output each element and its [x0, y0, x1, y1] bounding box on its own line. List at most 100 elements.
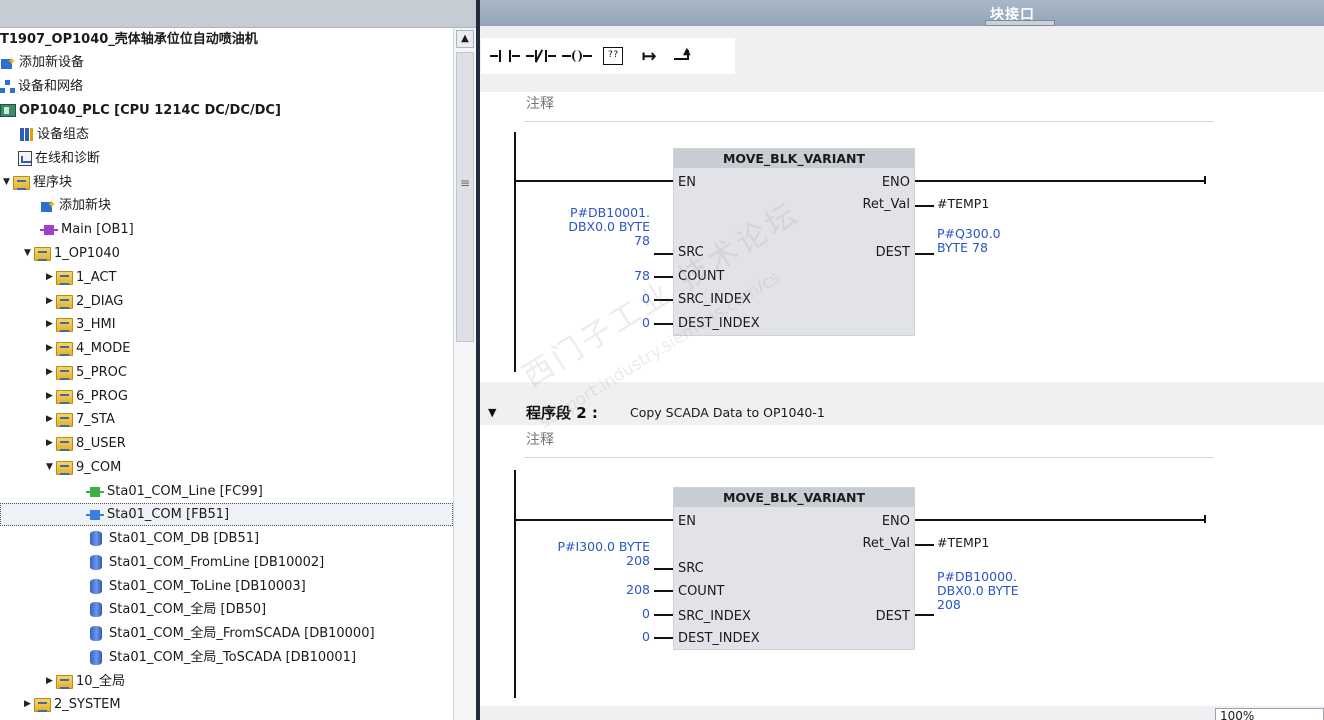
tree-item-sta01-com-global-toscada[interactable]: Sta01_COM_全局_ToSCADA [DB10001]: [0, 646, 453, 669]
tree-item-label: T1907_OP1040_壳体轴承位位自动喷油机: [0, 32, 258, 47]
dest-operand[interactable]: P#Q300.0 BYTE 78: [937, 227, 1001, 255]
tree-item-sta01-com-line[interactable]: Sta01_COM_Line [FC99]: [0, 480, 453, 503]
tree-item-6-prog[interactable]: ▶ 6_PROG: [0, 385, 453, 408]
pin-en[interactable]: EN: [678, 514, 696, 529]
chevron-right-icon[interactable]: ▶: [46, 361, 56, 384]
pin-dest[interactable]: DEST: [876, 609, 910, 624]
device-config-icon: [18, 127, 34, 142]
pin-en[interactable]: EN: [678, 175, 696, 190]
tree-item-label: 在线和诊断: [35, 151, 101, 166]
tree-item-1-op1040[interactable]: ▼ 1_OP1040: [0, 242, 453, 265]
chevron-right-icon[interactable]: ▶: [46, 385, 56, 408]
move-blk-variant-block-1[interactable]: MOVE_BLK_VARIANT EN SRC COUNT SRC_INDEX …: [673, 148, 915, 336]
dest-operand[interactable]: P#DB10000. DBX0.0 BYTE 208: [937, 570, 1019, 612]
network1-comment[interactable]: 注释: [524, 92, 1214, 122]
pin-dest-index[interactable]: DEST_INDEX: [678, 631, 760, 646]
src-index-operand[interactable]: 0: [580, 607, 650, 621]
empty-box-button[interactable]: ??: [595, 41, 631, 71]
tree-item-device-config[interactable]: 设备组态: [0, 123, 453, 146]
tree-item-1-act[interactable]: ▶ 1_ACT: [0, 266, 453, 289]
network2-title-bar[interactable]: ▼ 程序段 2 : Copy SCADA Data to OP1040-1: [480, 400, 1324, 425]
pin-src[interactable]: SRC: [678, 245, 704, 260]
pin-count[interactable]: COUNT: [678, 269, 725, 284]
scroll-up-button[interactable]: ▲: [456, 30, 474, 48]
tree-scrollbar[interactable]: ▲ ≡: [453, 28, 476, 720]
count-operand[interactable]: 208: [580, 583, 650, 597]
tree-item-sta01-com-global-fromscada[interactable]: Sta01_COM_全局_FromSCADA [DB10000]: [0, 622, 453, 645]
pin-ret-val[interactable]: Ret_Val: [862, 197, 910, 212]
dest-operand-line2: DBX0.0 BYTE: [937, 583, 1019, 598]
tree-item-plc[interactable]: OP1040_PLC [CPU 1214C DC/DC/DC]: [0, 99, 453, 122]
pin-dest[interactable]: DEST: [876, 245, 910, 260]
chevron-down-icon[interactable]: ▼: [24, 242, 34, 265]
src-operand[interactable]: P#DB10001. DBX0.0 BYTE 78: [550, 206, 650, 248]
tree-item-label: OP1040_PLC [CPU 1214C DC/DC/DC]: [19, 103, 281, 118]
tree-item-3-hmi[interactable]: ▶ 3_HMI: [0, 313, 453, 336]
chevron-down-icon[interactable]: ▼: [46, 456, 56, 479]
tree-item-label: 8_USER: [76, 436, 126, 451]
pin-count[interactable]: COUNT: [678, 584, 725, 599]
ret-val-operand[interactable]: #TEMP1: [937, 196, 989, 211]
tree-item-2-system[interactable]: ▶ 2_SYSTEM: [0, 693, 453, 716]
tree-item-sta01-com-fb51[interactable]: Sta01_COM [FB51]: [0, 503, 453, 526]
pin-ret-val[interactable]: Ret_Val: [862, 536, 910, 551]
pin-eno[interactable]: ENO: [882, 514, 910, 529]
tree-item-program-blocks[interactable]: ▼ 程序块: [0, 171, 453, 194]
src-index-operand[interactable]: 0: [580, 292, 650, 306]
chevron-down-icon[interactable]: ▼: [3, 171, 13, 194]
move-blk-variant-block-2[interactable]: MOVE_BLK_VARIANT EN SRC COUNT SRC_INDEX …: [673, 487, 915, 650]
tree-item-online-diagnostics[interactable]: 在线和诊断: [0, 147, 453, 170]
folder-icon: [56, 294, 73, 309]
dest-index-operand[interactable]: 0: [580, 630, 650, 644]
tree-item-label: 1_OP1040: [54, 246, 120, 261]
chevron-right-icon[interactable]: ▶: [46, 432, 56, 455]
tree-item-4-mode[interactable]: ▶ 4_MODE: [0, 337, 453, 360]
no-contact-button[interactable]: [487, 41, 523, 71]
chevron-right-icon[interactable]: ▶: [46, 290, 56, 313]
tree-item-sta01-com-fromline[interactable]: Sta01_COM_FromLine [DB10002]: [0, 551, 453, 574]
zoom-field[interactable]: 100%: [1215, 708, 1324, 720]
nc-contact-button[interactable]: [523, 41, 559, 71]
coil-button[interactable]: [559, 41, 595, 71]
count-wire: [654, 590, 673, 592]
tree-item-9-com[interactable]: ▼ 9_COM: [0, 456, 453, 479]
tree-item-10-global[interactable]: ▶ 10_全局: [0, 670, 453, 693]
pin-src-index[interactable]: SRC_INDEX: [678, 609, 751, 624]
tree-item-sta01-com-toline[interactable]: Sta01_COM_ToLine [DB10003]: [0, 575, 453, 598]
pin-eno[interactable]: ENO: [882, 175, 910, 190]
tree-item-sta01-com-db[interactable]: Sta01_COM_DB [DB51]: [0, 527, 453, 550]
tree-item-project[interactable]: T1907_OP1040_壳体轴承位位自动喷油机: [0, 28, 453, 51]
open-branch-button[interactable]: ↦: [631, 41, 667, 71]
tree-item-devices-networks[interactable]: 设备和网络: [0, 75, 453, 98]
tree-item-8-user[interactable]: ▶ 8_USER: [0, 432, 453, 455]
tree-item-main-ob1[interactable]: Main [OB1]: [0, 218, 453, 241]
collapse-network-icon[interactable]: ▼: [488, 406, 496, 419]
tree-item-5-proc[interactable]: ▶ 5_PROC: [0, 361, 453, 384]
count-operand[interactable]: 78: [580, 269, 650, 283]
chevron-right-icon[interactable]: ▶: [24, 693, 34, 716]
close-branch-button[interactable]: ▲: [667, 41, 703, 71]
pin-dest-index[interactable]: DEST_INDEX: [678, 316, 760, 331]
chevron-right-icon[interactable]: ▶: [46, 266, 56, 289]
scrollbar-thumb[interactable]: [456, 52, 474, 342]
tree-item-add-block[interactable]: 添加新块: [0, 193, 453, 217]
block-interface-header[interactable]: 块接口: [480, 0, 1324, 26]
network2-comment[interactable]: 注释: [524, 428, 1214, 458]
chevron-right-icon[interactable]: ▶: [46, 670, 56, 693]
chevron-right-icon[interactable]: ▶: [46, 337, 56, 360]
tree-item-label: 1_ACT: [76, 270, 117, 285]
tree-item-7-sta[interactable]: ▶ 7_STA: [0, 408, 453, 431]
ret-val-operand[interactable]: #TEMP1: [937, 535, 989, 550]
tree-item-add-device[interactable]: 添加新设备: [0, 50, 453, 74]
chevron-right-icon[interactable]: ▶: [46, 313, 56, 336]
network2-subtitle[interactable]: Copy SCADA Data to OP1040-1: [630, 405, 825, 420]
tree-item-sta01-com-global[interactable]: Sta01_COM_全局 [DB50]: [0, 598, 453, 621]
pin-src-index[interactable]: SRC_INDEX: [678, 292, 751, 307]
src-operand[interactable]: P#I300.0 BYTE 208: [530, 540, 650, 568]
chevron-right-icon[interactable]: ▶: [46, 408, 56, 431]
pin-src[interactable]: SRC: [678, 561, 704, 576]
tree-item-2-diag[interactable]: ▶ 2_DIAG: [0, 290, 453, 313]
folder-icon: [56, 460, 73, 475]
dest-index-operand[interactable]: 0: [580, 316, 650, 330]
tree-item-label: Sta01_COM_FromLine [DB10002]: [109, 555, 325, 570]
